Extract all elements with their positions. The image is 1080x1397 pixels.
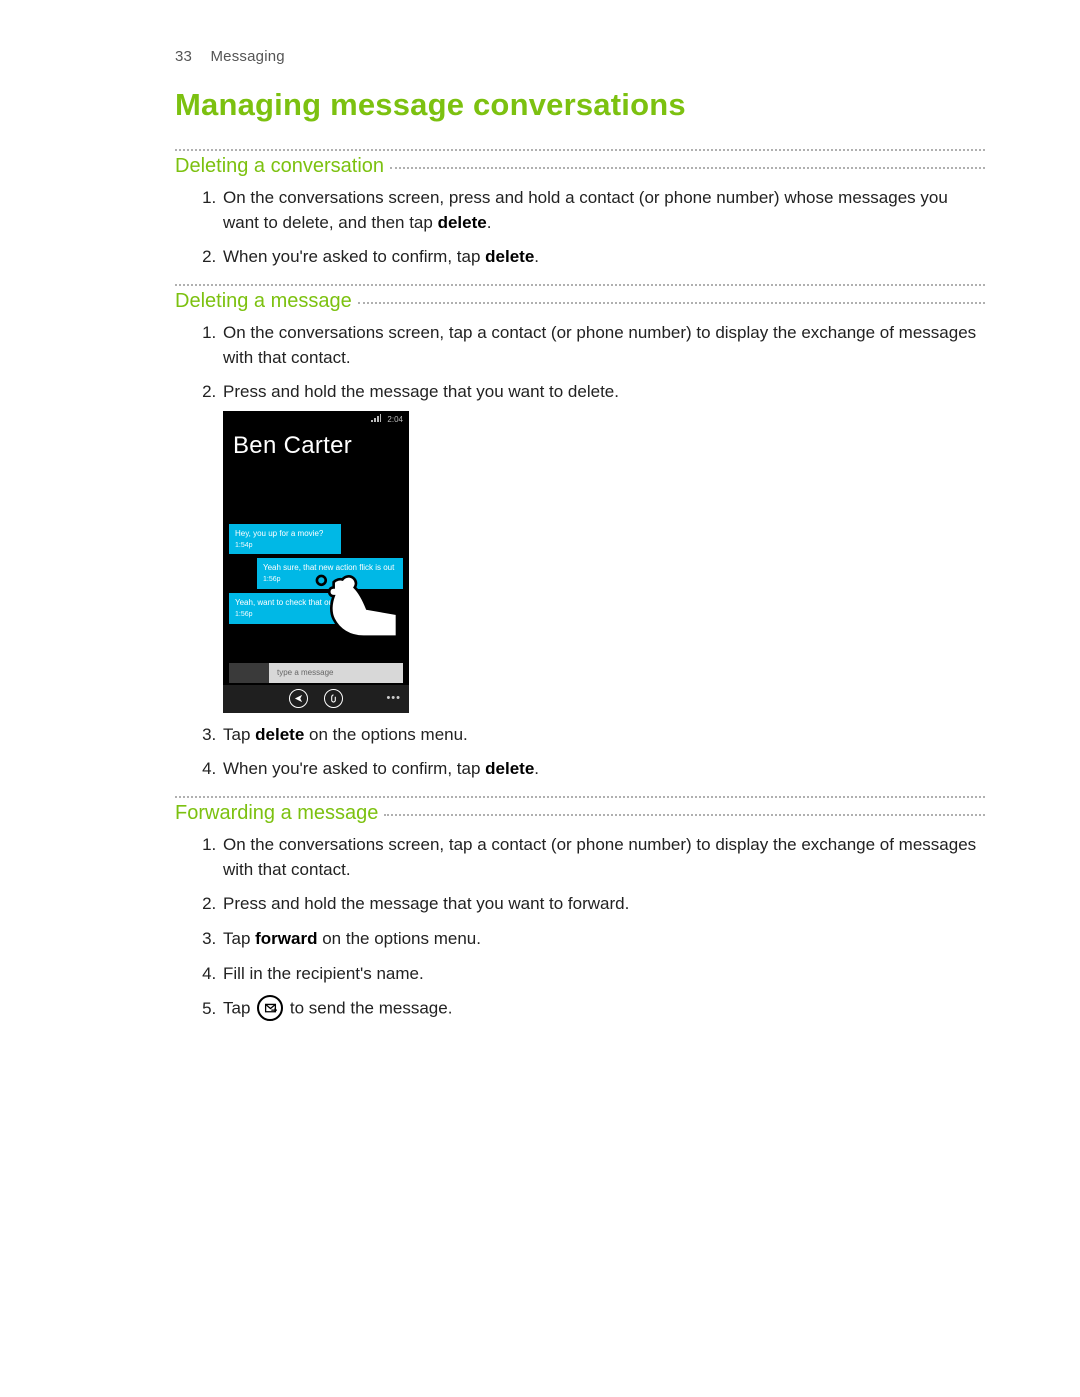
section-heading-label: Forwarding a message	[175, 802, 384, 825]
phone-screenshot: 2:04 Ben Carter Hey, you up for a movie?…	[223, 411, 409, 713]
section-heading-forwarding-message: Forwarding a message	[175, 796, 985, 825]
steps-deleting-conversation: On the conversations screen, press and h…	[175, 186, 985, 270]
step-item: On the conversations screen, tap a conta…	[221, 833, 985, 882]
step-item: Tap delete on the options menu.	[221, 723, 985, 748]
step-item: Press and hold the message that you want…	[221, 380, 985, 713]
page-header: 33 Messaging	[175, 48, 985, 65]
attach-icon	[324, 689, 343, 708]
section-heading-deleting-conversation: Deleting a conversation	[175, 149, 985, 178]
phone-status-bar: 2:04	[223, 411, 409, 427]
phone-input-tab	[229, 663, 269, 683]
page-title: Managing message conversations	[175, 87, 985, 123]
phone-contact-name: Ben Carter	[223, 427, 409, 470]
divider	[175, 149, 985, 151]
divider	[358, 302, 985, 304]
message-bubble: Yeah sure, that new action flick is out …	[257, 558, 403, 589]
phone-clock: 2:04	[387, 414, 403, 426]
step-item: Press and hold the message that you want…	[221, 892, 985, 917]
message-bubble: Hey, you up for a movie? 1:54p	[229, 524, 341, 555]
send-icon	[257, 995, 283, 1021]
divider	[384, 814, 985, 816]
step-item: On the conversations screen, tap a conta…	[221, 321, 985, 370]
step-item: When you're asked to confirm, tap delete…	[221, 757, 985, 782]
step-item: Tap to send the message.	[221, 996, 985, 1022]
step-item: Tap forward on the options menu.	[221, 927, 985, 952]
section-heading-label: Deleting a conversation	[175, 155, 390, 178]
step-item: Fill in the recipient's name.	[221, 962, 985, 987]
send-icon	[289, 689, 308, 708]
phone-conversation: Hey, you up for a movie? 1:54p Yeah sure…	[229, 524, 403, 624]
divider	[390, 167, 985, 169]
steps-forwarding-message: On the conversations screen, tap a conta…	[175, 833, 985, 1022]
step-item: On the conversations screen, press and h…	[221, 186, 985, 235]
signal-icon	[371, 414, 381, 426]
divider	[175, 796, 985, 798]
section-name: Messaging	[210, 48, 284, 65]
message-bubble: Yeah, want to check that ou 1:56p	[229, 593, 341, 624]
steps-deleting-message: On the conversations screen, tap a conta…	[175, 321, 985, 782]
divider	[175, 284, 985, 286]
section-heading-label: Deleting a message	[175, 290, 358, 313]
more-icon: •••	[386, 691, 401, 707]
section-heading-deleting-message: Deleting a message	[175, 284, 985, 313]
phone-app-bar: •••	[223, 685, 409, 713]
phone-input-field: type a message	[269, 663, 403, 683]
phone-input-bar: type a message	[229, 663, 403, 683]
page-number: 33	[175, 48, 192, 65]
step-item: When you're asked to confirm, tap delete…	[221, 245, 985, 270]
manual-page: 33 Messaging Managing message conversati…	[0, 0, 1080, 1397]
